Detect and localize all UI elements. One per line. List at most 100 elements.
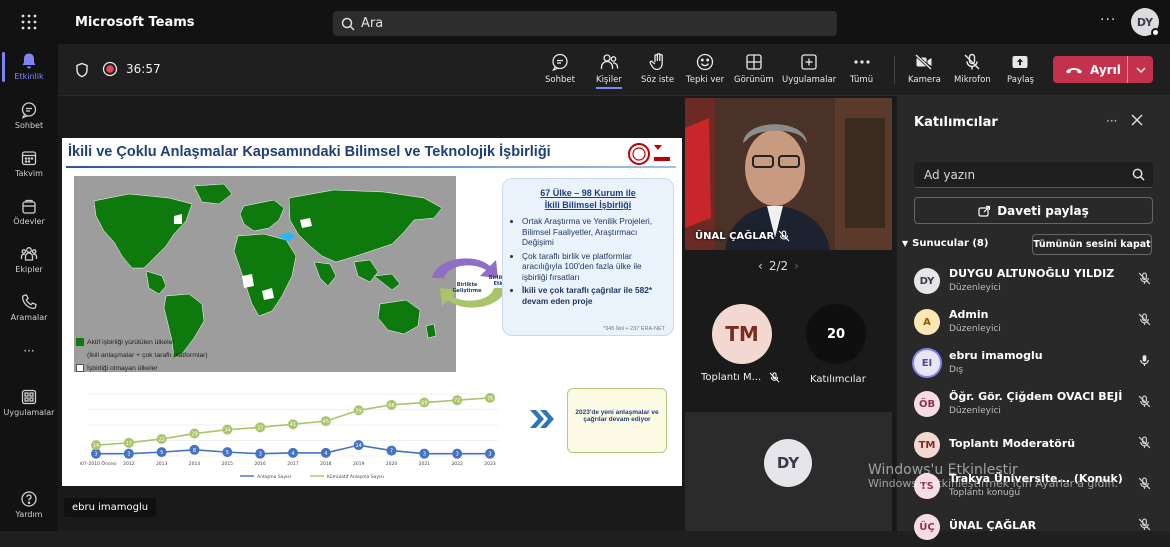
data-label: 3 <box>423 452 426 458</box>
participant-row[interactable]: TM Toplantı Moderatörü <box>914 425 1162 465</box>
chat-icon <box>550 52 570 72</box>
rail-item-calendar[interactable]: Takvim <box>0 149 58 178</box>
share-button[interactable]: Paylaş <box>1007 52 1034 85</box>
data-label: 3 <box>94 452 97 458</box>
chevron-left-icon[interactable]: ‹ <box>758 259 763 273</box>
participant-row[interactable]: EI ebru imamoglu Dış <box>914 343 1162 383</box>
presenters-section-header[interactable]: ▼ Sunucular (8) <box>902 238 988 249</box>
more-actions-button[interactable]: Tümü <box>850 52 873 85</box>
mic-off-icon[interactable] <box>1138 436 1151 449</box>
mic-off-icon[interactable] <box>1138 313 1151 326</box>
mic-off-icon[interactable] <box>1138 395 1151 408</box>
react-button[interactable]: Tepki ver <box>686 52 724 85</box>
participant-avatar: EI <box>914 350 940 376</box>
participant-name: DUYGU ALTUNOĞLU YILDIZ <box>949 267 1115 280</box>
participant-row[interactable]: DY DUYGU ALTUNOĞLU YILDIZ Düzenleyici <box>914 261 1162 301</box>
legend-active: Aktif işbirliği yürütülen ülkeler <box>87 339 175 346</box>
participant-row[interactable]: ÖB Öğr. Gör. Çiğdem OVACI BEJİ Düzenleyici <box>914 384 1162 424</box>
apps-button[interactable]: Uygulamalar <box>782 52 836 85</box>
raise-hand-button[interactable]: Söz iste <box>641 52 674 85</box>
phone-icon <box>20 293 38 311</box>
x-tick-label: 2014 <box>189 461 201 467</box>
leave-button[interactable]: Ayrıl <box>1053 56 1153 83</box>
title-underline <box>66 166 676 168</box>
x-tick-label: 2021 <box>419 461 431 467</box>
mute-all-button[interactable]: Tümünün sesini kapat <box>1032 234 1152 255</box>
data-label: 34 <box>224 428 230 434</box>
cycle-arrows: Birlikte Geliştirme Birlikte Etki <box>424 248 514 318</box>
video-tile[interactable]: ÜNAL ÇAĞLAR <box>685 98 892 250</box>
recording-icon <box>102 61 118 77</box>
view-label: Görünüm <box>734 75 774 85</box>
rail-label: Ekipler <box>15 265 43 274</box>
close-icon[interactable] <box>1130 113 1144 127</box>
x-tick-label: 2015 <box>222 461 234 467</box>
mic-label: Mikrofon <box>954 75 991 85</box>
rail-item-teams[interactable]: Ekipler <box>0 245 58 274</box>
participant-row[interactable]: ÜÇ ÜNAL ÇAĞLAR <box>914 507 1162 547</box>
participants-count-label: Katılımcılar <box>810 374 866 385</box>
mic-off-icon[interactable] <box>1138 518 1151 531</box>
leave-options-icon[interactable] <box>1128 67 1153 73</box>
calendar-icon <box>20 149 38 167</box>
moderator-avatar[interactable]: TM <box>712 304 772 364</box>
meeting-stage: İkili ve Çoklu Anlaşmalar Kapsamındaki B… <box>58 96 897 531</box>
camera-button[interactable]: Kamera <box>908 52 941 85</box>
slide-title: İkili ve Çoklu Anlaşmalar Kapsamındaki B… <box>68 144 551 160</box>
x-tick-label: 2023 <box>484 461 496 467</box>
more-options-button[interactable]: ··· <box>1100 12 1116 28</box>
mic-off-icon[interactable] <box>1138 477 1151 490</box>
video-participant-name: ÜNAL ÇAĞLAR <box>695 230 775 242</box>
leave-main[interactable]: Ayrıl <box>1053 63 1127 77</box>
participant-tile[interactable]: DY <box>685 412 892 531</box>
participant-search-input[interactable]: Ad yazın <box>914 162 1153 188</box>
shield-icon[interactable] <box>75 62 89 78</box>
chat-button[interactable]: Sohbet <box>545 52 575 85</box>
participant-role: Düzenleyici <box>949 324 1001 334</box>
rail-item-apps[interactable]: Uygulamalar <box>0 388 58 417</box>
arrow-label-left: Birlikte Geliştirme <box>452 282 482 294</box>
info-heading-1: 67 Ülke – 98 Kurum ile <box>540 188 636 198</box>
participants-count-tile[interactable]: 20 <box>806 304 866 364</box>
rail-item-help[interactable]: Yardım <box>0 490 58 519</box>
x-tick-label: 2007-2010 Öncesi <box>80 460 117 467</box>
chevron-right-icon[interactable]: › <box>794 259 799 273</box>
share-invite-button[interactable]: Daveti paylaş <box>914 197 1153 224</box>
app-launcher-icon[interactable] <box>0 0 58 44</box>
rail-item-assignments[interactable]: Ödevler <box>0 197 58 226</box>
rail-label: Yardım <box>15 510 43 519</box>
mic-off-icon[interactable] <box>1138 272 1151 285</box>
participant-name: Öğr. Gör. Çiğdem OVACI BEJİ <box>949 390 1123 403</box>
panel-title: Katılımcılar <box>914 115 998 130</box>
rail-item-chat[interactable]: Sohbet <box>0 101 58 130</box>
panel-more-button[interactable]: ··· <box>1106 114 1117 128</box>
search-input[interactable]: Ara <box>333 11 837 36</box>
more-actions-label: Tümü <box>850 75 874 85</box>
user-avatar[interactable]: DY <box>1131 8 1160 37</box>
x-tick-label: 2019 <box>353 461 365 467</box>
search-icon <box>341 17 355 31</box>
participant-row[interactable]: A Admin Düzenleyici <box>914 302 1162 342</box>
rail-item-more[interactable]: ··· <box>0 344 58 358</box>
legend-active-sub: (İkili anlaşmalar + çok taraflı platform… <box>87 352 208 359</box>
rail-item-activity[interactable]: Etkinlik <box>0 52 58 81</box>
view-button[interactable]: Görünüm <box>734 52 774 85</box>
data-label: 5 <box>226 450 229 456</box>
shared-screen: İkili ve Çoklu Anlaşmalar Kapsamındaki B… <box>62 138 682 486</box>
rail-label: Takvim <box>15 169 43 178</box>
x-tick-label: 2022 <box>451 461 463 467</box>
rail-label: Sohbet <box>14 121 44 130</box>
mic-button[interactable]: Mikrofon <box>954 52 991 85</box>
mic-icon[interactable] <box>1138 354 1151 367</box>
help-icon <box>20 490 38 508</box>
moderator-name: Toplantı M... <box>701 372 762 383</box>
data-label: 4 <box>324 451 327 457</box>
data-label: 7 <box>390 449 393 455</box>
people-label: Kişiler <box>596 75 622 89</box>
rail-item-calls[interactable]: Aramalar <box>0 293 58 322</box>
teams-icon <box>20 245 38 263</box>
react-label: Tepki ver <box>686 75 725 85</box>
people-button[interactable]: Kişiler <box>596 52 622 89</box>
hand-icon <box>648 52 668 72</box>
add-app-icon <box>799 52 819 72</box>
